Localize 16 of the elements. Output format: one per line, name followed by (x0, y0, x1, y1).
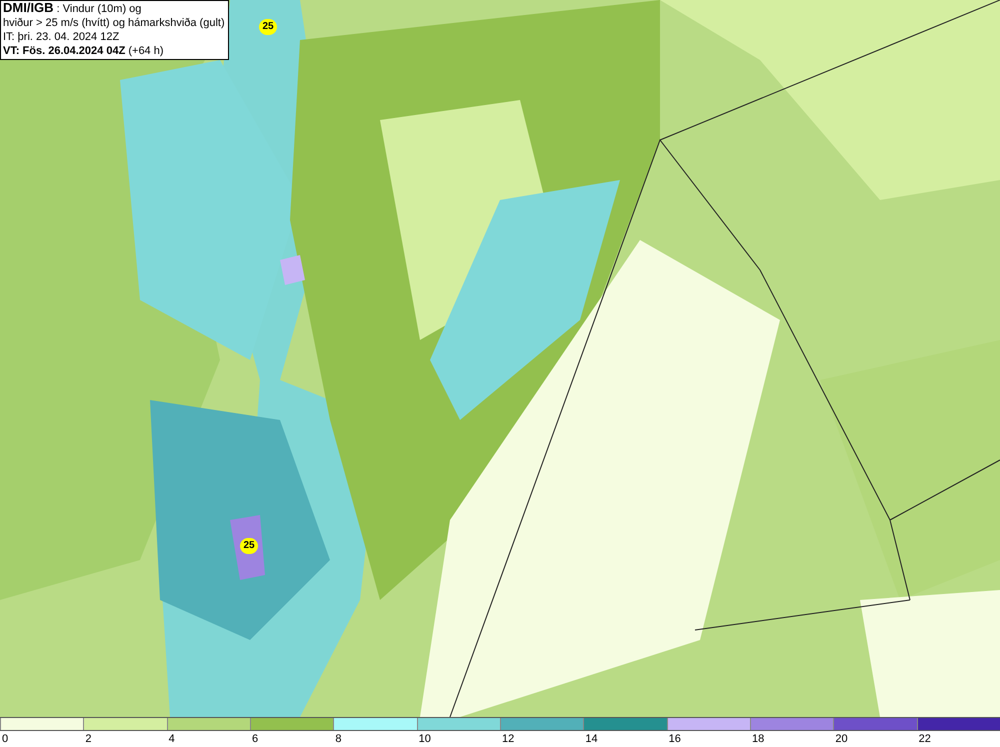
legend-label: 18 (752, 732, 764, 747)
legend-label: 8 (335, 732, 342, 747)
legend-label: 16 (668, 732, 681, 747)
legend-label: 12 (502, 732, 514, 747)
legend-label: 22 (918, 732, 931, 747)
legend-label: 10 (418, 732, 431, 747)
info-text: IT: þri. 23. 04. 2024 12Z (3, 30, 120, 44)
info-title: DMI/IGB : Vindur (10m) og (3, 1, 142, 16)
legend-label: 2 (85, 732, 92, 747)
legend-label: 14 (585, 732, 598, 747)
legend-label: 6 (252, 732, 258, 747)
legend-label: 0 (2, 732, 8, 747)
legend-label: 4 (168, 732, 175, 747)
info-text: hviður > 25 m/s (hvítt) og hámarkshviða (gult) (3, 16, 226, 30)
legend-label: 20 (835, 732, 848, 747)
info-valid-time: VT: Fös. 26.04.2024 04Z (+64 h) (3, 44, 165, 58)
